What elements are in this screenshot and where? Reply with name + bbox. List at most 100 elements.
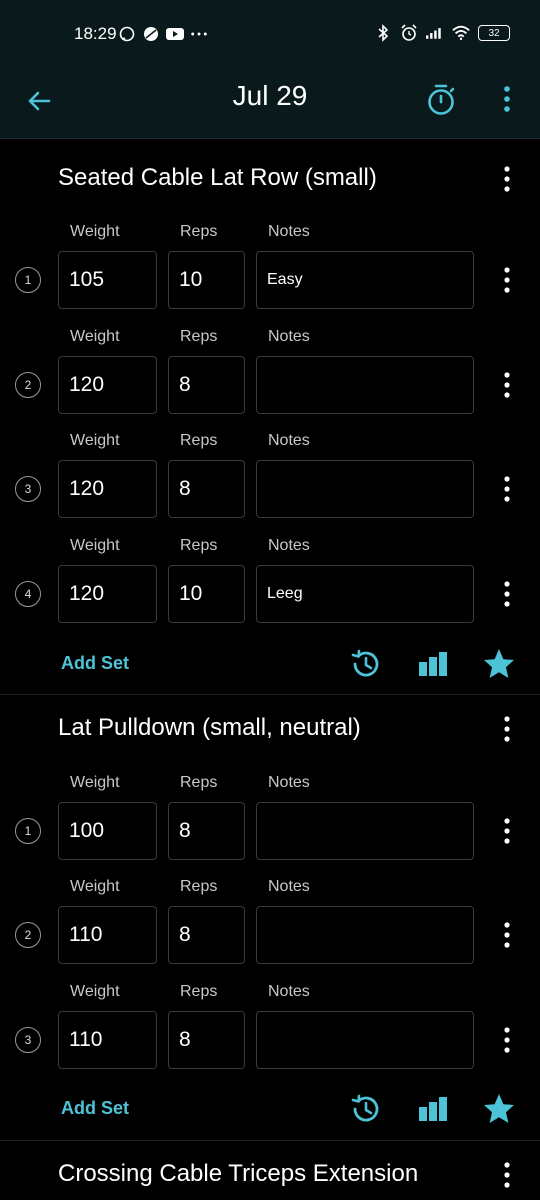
set-number-badge: 1: [15, 818, 41, 844]
more-vert-icon: [504, 267, 510, 293]
weight-label: Weight: [70, 432, 120, 449]
weight-label: Weight: [70, 328, 120, 345]
weight-field[interactable]: 100: [58, 802, 157, 860]
reps-field[interactable]: 8: [168, 802, 245, 860]
weight-label: Weight: [70, 223, 120, 240]
notes-label: Notes: [268, 774, 310, 791]
overflow-menu-button[interactable]: [496, 84, 518, 114]
set-row: Weight Reps Notes 2 120 8: [0, 328, 540, 432]
reps-field[interactable]: 8: [168, 356, 245, 414]
set-number-badge: 2: [15, 922, 41, 948]
set-menu-button[interactable]: [496, 1025, 518, 1055]
reps-field[interactable]: 8: [168, 460, 245, 518]
more-vert-icon: [504, 581, 510, 607]
set-number-badge: 4: [15, 581, 41, 607]
history-icon: [351, 1094, 379, 1122]
notes-label: Notes: [268, 537, 310, 554]
set-menu-button[interactable]: [496, 579, 518, 609]
more-vert-icon: [504, 1162, 510, 1188]
reps-field[interactable]: 10: [168, 565, 245, 623]
more-vert-icon: [504, 922, 510, 948]
set-row: Weight Reps Notes 3 120 8: [0, 432, 540, 536]
exercise-menu-button[interactable]: [496, 714, 518, 744]
set-menu-button[interactable]: [496, 265, 518, 295]
page-title: Jul 29: [232, 80, 308, 111]
set-menu-button[interactable]: [496, 474, 518, 504]
weight-label: Weight: [70, 878, 120, 895]
weight-field[interactable]: 120: [58, 356, 157, 414]
set-menu-button[interactable]: [496, 370, 518, 400]
set-menu-button[interactable]: [496, 920, 518, 950]
reps-label: Reps: [180, 328, 218, 345]
set-number-badge: 2: [15, 372, 41, 398]
notes-field[interactable]: [256, 356, 474, 414]
set-number-badge: 3: [15, 1027, 41, 1053]
more-vert-icon: [504, 818, 510, 844]
more-vert-icon: [504, 476, 510, 502]
set-row: Weight Reps Notes 3 110 8: [0, 983, 540, 1087]
add-set-button[interactable]: Add Set: [61, 1098, 129, 1119]
exercise-title: Lat Pulldown (small, neutral): [58, 714, 361, 741]
weight-field[interactable]: 110: [58, 906, 157, 964]
set-menu-button[interactable]: [496, 816, 518, 846]
exercise-menu-button[interactable]: [496, 164, 518, 194]
set-number-badge: 3: [15, 476, 41, 502]
reps-label: Reps: [180, 223, 218, 240]
notes-field[interactable]: Leeg: [256, 565, 474, 623]
app-bar: Jul 29: [0, 70, 540, 139]
notes-label: Notes: [268, 878, 310, 895]
exercise-title: Crossing Cable Triceps Extension: [58, 1160, 419, 1187]
alarm-icon: [400, 24, 418, 42]
reps-field[interactable]: 8: [168, 1011, 245, 1069]
notes-field[interactable]: [256, 460, 474, 518]
status-time: 18:29: [74, 24, 117, 43]
exercise-actions: Add Set: [0, 645, 540, 685]
weight-label: Weight: [70, 774, 120, 791]
notes-field[interactable]: [256, 906, 474, 964]
set-row: Weight Reps Notes 4 120 10 Leeg: [0, 537, 540, 641]
weight-label: Weight: [70, 983, 120, 1000]
timer-button[interactable]: [424, 82, 458, 118]
stats-button[interactable]: [416, 1092, 450, 1126]
star-icon: [484, 649, 514, 678]
weight-field[interactable]: 120: [58, 460, 157, 518]
weight-label: Weight: [70, 537, 120, 554]
star-icon: [484, 1094, 514, 1123]
history-button[interactable]: [349, 1092, 383, 1126]
weight-field[interactable]: 110: [58, 1011, 157, 1069]
notes-label: Notes: [268, 223, 310, 240]
more-dots-icon: [190, 25, 208, 43]
more-vert-icon: [504, 716, 510, 742]
reps-label: Reps: [180, 432, 218, 449]
reps-label: Reps: [180, 774, 218, 791]
notes-field[interactable]: [256, 802, 474, 860]
set-row: Weight Reps Notes 2 110 8: [0, 878, 540, 982]
stats-button[interactable]: [416, 647, 450, 681]
bar-chart-icon: [419, 652, 447, 676]
exercise-menu-button[interactable]: [496, 1160, 518, 1190]
bar-chart-icon: [419, 1097, 447, 1121]
weight-field[interactable]: 120: [58, 565, 157, 623]
notes-field[interactable]: Easy: [256, 251, 474, 309]
reps-label: Reps: [180, 537, 218, 554]
history-button[interactable]: [349, 647, 383, 681]
add-set-button[interactable]: Add Set: [61, 653, 129, 674]
wifi-icon: [452, 24, 470, 42]
exercise-title: Seated Cable Lat Row (small): [58, 164, 377, 191]
favorite-button[interactable]: [482, 1092, 516, 1126]
youtube-icon: [166, 25, 184, 43]
notes-label: Notes: [268, 328, 310, 345]
more-vert-icon: [504, 86, 510, 112]
reps-field[interactable]: 10: [168, 251, 245, 309]
whatsapp-icon: [118, 25, 136, 43]
notes-field[interactable]: [256, 1011, 474, 1069]
favorite-button[interactable]: [482, 647, 516, 681]
weight-field[interactable]: 105: [58, 251, 157, 309]
notes-label: Notes: [268, 983, 310, 1000]
set-row: Weight Reps Notes 1 100 8: [0, 774, 540, 878]
pinwheel-icon: [142, 25, 160, 43]
battery-level: 32: [488, 27, 500, 39]
more-vert-icon: [504, 1027, 510, 1053]
reps-field[interactable]: 8: [168, 906, 245, 964]
more-vert-icon: [504, 166, 510, 192]
